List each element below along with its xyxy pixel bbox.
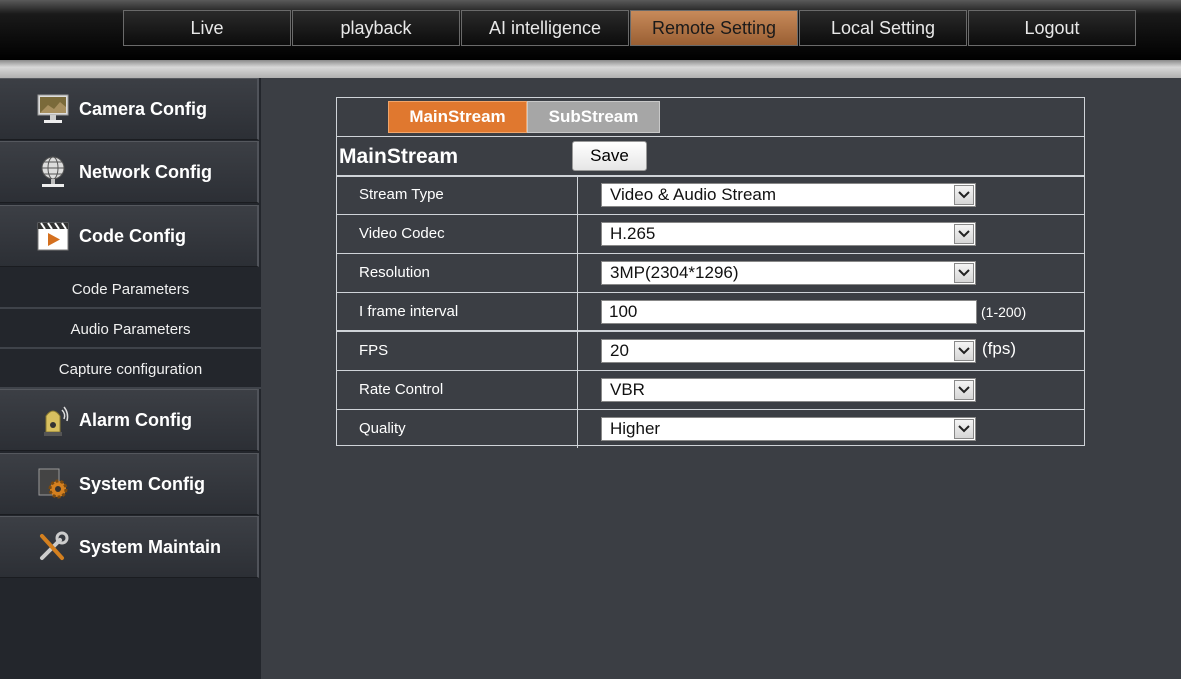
sidebar-item-label: Camera Config xyxy=(79,98,208,119)
column-divider xyxy=(577,332,578,370)
row-video-codec: Video Codec H.265 xyxy=(337,215,1084,254)
i-frame-label: I frame interval xyxy=(359,303,459,320)
quality-select[interactable]: Higher xyxy=(601,417,976,441)
sidebar-item-label: Alarm Config xyxy=(79,409,193,430)
sidebar-item-system-maintain[interactable]: System Maintain xyxy=(0,516,259,578)
row-stream-type: Stream Type Video & Audio Stream xyxy=(337,176,1084,215)
video-codec-value: H.265 xyxy=(610,224,656,243)
rate-control-select[interactable]: VBR xyxy=(601,378,976,402)
rate-control-label: Rate Control xyxy=(359,381,444,398)
column-divider xyxy=(577,176,578,214)
chevron-down-icon[interactable] xyxy=(954,224,974,244)
stream-type-select[interactable]: Video & Audio Stream xyxy=(601,183,976,207)
film-clapper-icon xyxy=(33,218,73,254)
panel-header: MainStream Save xyxy=(337,137,1084,177)
fps-value: 20 xyxy=(610,341,629,360)
sidebar-item-label: Code Config xyxy=(79,225,186,246)
i-frame-range-hint: (1-200) xyxy=(981,304,1027,320)
monitor-icon xyxy=(33,91,73,127)
panel-title: MainStream xyxy=(339,145,459,168)
chevron-down-icon[interactable] xyxy=(954,341,974,361)
chevron-down-icon[interactable] xyxy=(954,185,974,205)
nav-logout[interactable]: Logout xyxy=(968,10,1136,46)
sidebar-item-camera-config[interactable]: Camera Config xyxy=(0,78,259,140)
sidebar-item-network-config[interactable]: Network Config xyxy=(0,141,259,203)
sidebar-item-code-config[interactable]: Code Config xyxy=(0,205,259,267)
stream-type-label: Stream Type xyxy=(359,186,444,203)
nav-remote-setting[interactable]: Remote Setting xyxy=(630,10,798,46)
sidebar: Camera Config Network Config Code Config… xyxy=(0,78,261,679)
chevron-down-icon[interactable] xyxy=(954,380,974,400)
stream-tabs: MainStream SubStream xyxy=(337,98,1084,137)
save-button[interactable]: Save xyxy=(572,141,647,171)
alarm-icon xyxy=(33,402,73,438)
row-quality: Quality Higher xyxy=(337,410,1084,449)
chevron-down-icon[interactable] xyxy=(954,263,974,283)
sidebar-subitem-code-parameters[interactable]: Code Parameters xyxy=(0,271,261,309)
main-nav: Live playback AI intelligence Remote Set… xyxy=(123,10,1137,48)
video-codec-select[interactable]: H.265 xyxy=(601,222,976,246)
sidebar-item-label: System Maintain xyxy=(79,536,222,557)
sidebar-item-system-config[interactable]: System Config xyxy=(0,453,259,515)
top-bar: Live playback AI intelligence Remote Set… xyxy=(0,0,1181,60)
chevron-down-icon[interactable] xyxy=(954,419,974,439)
row-fps: FPS 20 (fps) xyxy=(337,332,1084,371)
i-frame-input[interactable] xyxy=(601,300,977,324)
column-divider xyxy=(577,410,578,448)
wrench-screwdriver-icon xyxy=(33,529,73,565)
nav-playback[interactable]: playback xyxy=(292,10,460,46)
quality-value: Higher xyxy=(610,419,661,438)
sidebar-item-label: Network Config xyxy=(79,161,212,182)
tab-mainstream[interactable]: MainStream xyxy=(388,101,527,133)
column-divider xyxy=(577,293,578,331)
resolution-label: Resolution xyxy=(359,264,430,281)
column-divider xyxy=(577,254,578,292)
tab-substream[interactable]: SubStream xyxy=(527,101,660,133)
fps-select[interactable]: 20 xyxy=(601,339,976,363)
nav-live[interactable]: Live xyxy=(123,10,291,46)
quality-label: Quality xyxy=(359,420,406,437)
header-divider xyxy=(0,60,1181,78)
column-divider xyxy=(577,371,578,409)
fps-unit: (fps) xyxy=(982,339,1016,358)
resolution-value: 3MP(2304*1296) xyxy=(610,263,739,282)
stream-type-value: Video & Audio Stream xyxy=(610,185,777,204)
row-resolution: Resolution 3MP(2304*1296) xyxy=(337,254,1084,293)
resolution-select[interactable]: 3MP(2304*1296) xyxy=(601,261,976,285)
row-i-frame-interval: I frame interval (1-200) xyxy=(337,293,1084,332)
row-rate-control: Rate Control VBR xyxy=(337,371,1084,410)
sidebar-item-alarm-config[interactable]: Alarm Config xyxy=(0,389,259,451)
sidebar-item-label: System Config xyxy=(79,473,206,494)
fps-label: FPS xyxy=(359,342,389,359)
settings-gear-icon xyxy=(33,466,73,502)
sidebar-subitem-capture-configuration[interactable]: Capture configuration xyxy=(0,351,261,389)
sidebar-subitem-audio-parameters[interactable]: Audio Parameters xyxy=(0,311,261,349)
video-codec-label: Video Codec xyxy=(359,225,445,242)
stream-settings-panel: MainStream SubStream MainStream Save Str… xyxy=(336,97,1085,449)
globe-icon xyxy=(33,154,73,190)
column-divider xyxy=(577,215,578,253)
nav-local-setting[interactable]: Local Setting xyxy=(799,10,967,46)
nav-ai-intelligence[interactable]: AI intelligence xyxy=(461,10,629,46)
rate-control-value: VBR xyxy=(610,380,645,399)
